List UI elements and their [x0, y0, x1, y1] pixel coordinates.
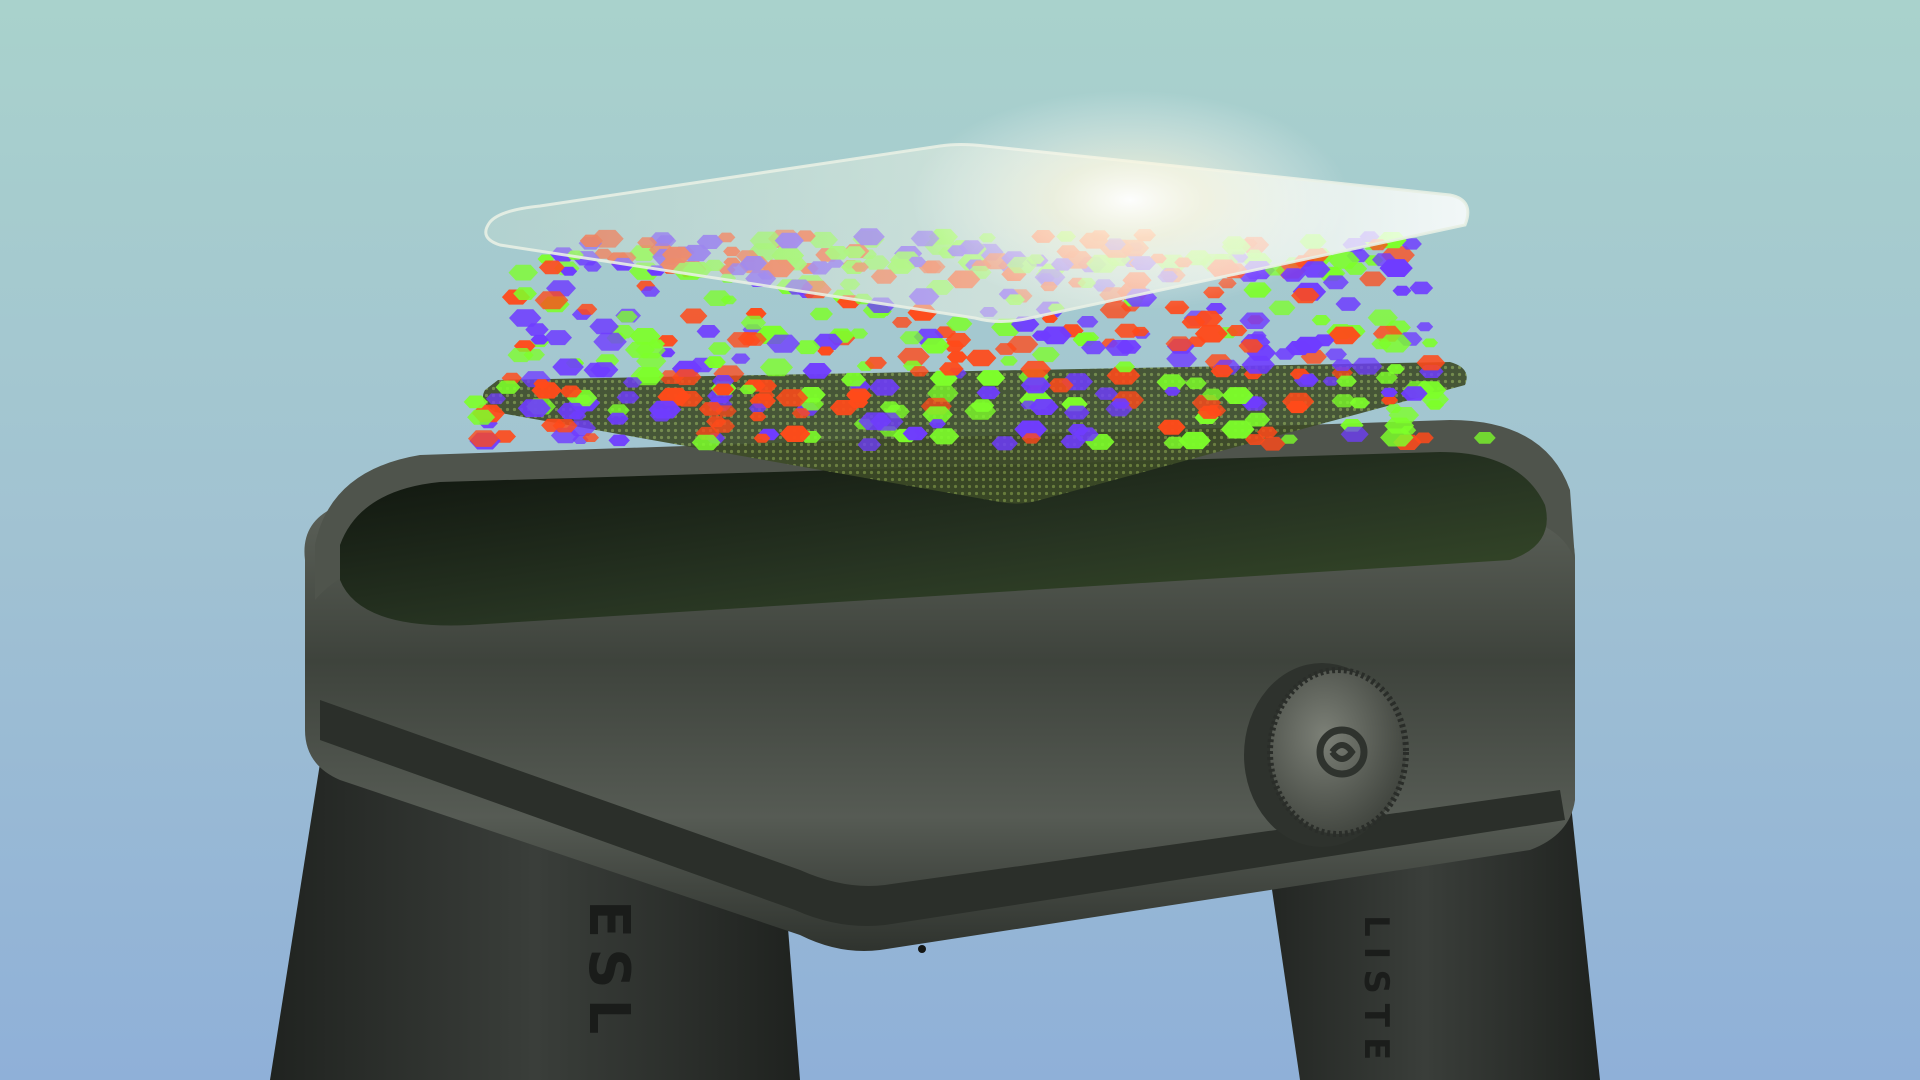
- strap-text-left: ESL: [576, 900, 641, 1044]
- watch-scene: ESL LISTE: [0, 0, 1920, 1080]
- case-mic-hole: [918, 945, 926, 953]
- strap-text-right: LISTE: [1356, 915, 1396, 1070]
- glass-glow: [910, 90, 1350, 310]
